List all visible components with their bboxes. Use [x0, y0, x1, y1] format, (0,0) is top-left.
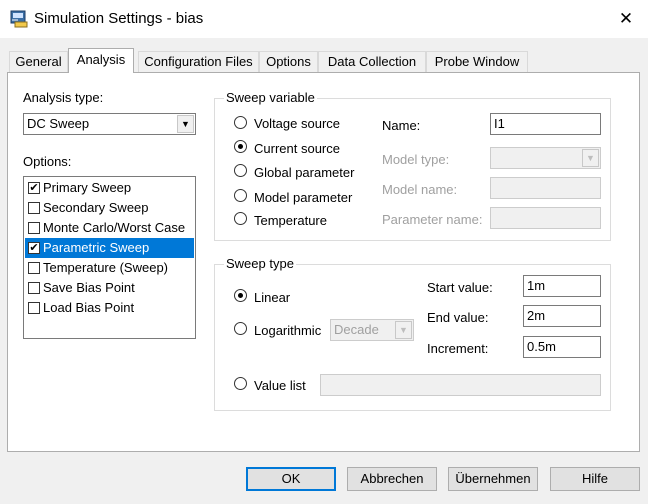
tab-label: Probe Window: [434, 54, 520, 69]
current-source-label: Current source: [254, 141, 340, 156]
start-value-label: Start value:: [427, 280, 493, 295]
radio-logarithmic[interactable]: [234, 322, 247, 335]
close-button[interactable]: ✕: [612, 6, 640, 32]
tab-strip: General Analysis Configuration Files Opt…: [0, 48, 648, 73]
help-button[interactable]: Hilfe: [550, 467, 640, 491]
option-primary-sweep[interactable]: ✔ Primary Sweep: [25, 178, 194, 198]
model-parameter-label: Model parameter: [254, 190, 353, 205]
logarithmic-label: Logarithmic: [254, 323, 322, 338]
model-name-label: Model name:: [382, 182, 458, 197]
chevron-down-icon[interactable]: ▼: [582, 149, 599, 167]
option-monte-carlo[interactable]: Monte Carlo/Worst Case: [25, 218, 194, 238]
tab-label: General: [15, 54, 62, 69]
checkbox-save-bias-point[interactable]: [28, 282, 40, 294]
close-icon: ✕: [618, 9, 634, 28]
checkbox-monte-carlo[interactable]: [28, 222, 40, 234]
checkbox-secondary-sweep[interactable]: [28, 202, 40, 214]
app-icon: [10, 10, 28, 28]
option-parametric-sweep[interactable]: ✔ Parametric Sweep: [25, 238, 194, 258]
log-scale-select[interactable]: Decade ▼: [330, 319, 414, 341]
apply-label: Übernehmen: [455, 471, 531, 486]
chevron-down-icon[interactable]: ▼: [395, 321, 412, 339]
checkbox-load-bias-point[interactable]: [28, 302, 40, 314]
start-value: 1m: [527, 278, 546, 293]
option-label: Monte Carlo/Worst Case: [43, 220, 186, 235]
ok-label: OK: [281, 471, 301, 486]
help-label: Hilfe: [581, 471, 608, 486]
checkbox-primary-sweep[interactable]: ✔: [28, 182, 40, 194]
tab-options[interactable]: Options: [259, 51, 318, 72]
end-value-label: End value:: [427, 310, 489, 325]
cancel-button[interactable]: Abbrechen: [347, 467, 437, 491]
increment-value: 0.5m: [527, 339, 556, 354]
log-scale-value: Decade: [334, 322, 379, 337]
radio-value-list[interactable]: [234, 377, 247, 390]
temperature-label: Temperature: [254, 213, 327, 228]
tab-label: Data Collection: [327, 54, 417, 69]
parameter-name-label: Parameter name:: [382, 212, 483, 227]
name-input[interactable]: I1: [490, 113, 601, 135]
option-label: Secondary Sweep: [43, 200, 149, 215]
tab-data-collection[interactable]: Data Collection: [318, 51, 426, 72]
end-value-input[interactable]: 2m: [523, 305, 601, 327]
option-label: Load Bias Point: [43, 300, 135, 315]
tab-analysis[interactable]: Analysis: [68, 48, 134, 73]
radio-linear[interactable]: [234, 289, 247, 302]
apply-button[interactable]: Übernehmen: [448, 467, 538, 491]
voltage-source-label: Voltage source: [254, 116, 341, 131]
radio-model-parameter[interactable]: [234, 189, 247, 202]
checkbox-temperature-sweep[interactable]: [28, 262, 40, 274]
title-bar: Simulation Settings - bias ✕: [0, 0, 648, 38]
radio-global-parameter[interactable]: [234, 164, 247, 177]
value-list-input[interactable]: [320, 374, 601, 396]
model-type-select[interactable]: ▼: [490, 147, 601, 169]
increment-input[interactable]: 0.5m: [523, 336, 601, 358]
model-name-input[interactable]: [490, 177, 601, 199]
global-parameter-label: Global parameter: [254, 165, 355, 180]
tab-label: Configuration Files: [144, 54, 253, 69]
value-list-label: Value list: [254, 378, 306, 393]
name-label: Name:: [382, 118, 421, 133]
option-temperature-sweep[interactable]: Temperature (Sweep): [25, 258, 194, 278]
tab-label: Options: [266, 54, 311, 69]
sweep-type-caption: Sweep type: [224, 256, 296, 271]
tab-probe-window[interactable]: Probe Window: [426, 51, 528, 72]
ok-button[interactable]: OK: [246, 467, 336, 491]
analysis-type-value: DC Sweep: [27, 116, 90, 131]
option-save-bias-point[interactable]: Save Bias Point: [25, 278, 194, 298]
end-value: 2m: [527, 308, 546, 323]
linear-label: Linear: [254, 290, 291, 305]
analysis-type-label: Analysis type:: [23, 90, 104, 105]
options-label: Options:: [23, 154, 72, 169]
option-label: Parametric Sweep: [43, 240, 150, 255]
radio-voltage-source[interactable]: [234, 116, 247, 129]
name-value: I1: [494, 116, 505, 131]
tab-configuration-files[interactable]: Configuration Files: [138, 51, 259, 72]
options-listbox[interactable]: ✔ Primary Sweep Secondary Sweep Monte Ca…: [23, 176, 196, 339]
option-label: Primary Sweep: [43, 180, 132, 195]
option-label: Temperature (Sweep): [43, 260, 168, 275]
radio-temperature[interactable]: [234, 212, 247, 225]
tab-general[interactable]: General: [9, 51, 68, 72]
radio-current-source[interactable]: [234, 140, 247, 153]
start-value-input[interactable]: 1m: [523, 275, 601, 297]
cancel-label: Abbrechen: [360, 471, 424, 486]
analysis-type-select[interactable]: DC Sweep ▼: [23, 113, 196, 135]
tab-label: Analysis: [76, 52, 126, 67]
option-label: Save Bias Point: [43, 280, 135, 295]
model-type-label: Model type:: [382, 152, 450, 167]
checkbox-parametric-sweep[interactable]: ✔: [28, 242, 40, 254]
window-title: Simulation Settings - bias: [34, 10, 204, 27]
option-load-bias-point[interactable]: Load Bias Point: [25, 298, 194, 318]
increment-label: Increment:: [427, 341, 489, 356]
chevron-down-icon[interactable]: ▼: [177, 115, 194, 133]
parameter-name-input[interactable]: [490, 207, 601, 229]
option-secondary-sweep[interactable]: Secondary Sweep: [25, 198, 194, 218]
sweep-variable-caption: Sweep variable: [224, 90, 317, 105]
